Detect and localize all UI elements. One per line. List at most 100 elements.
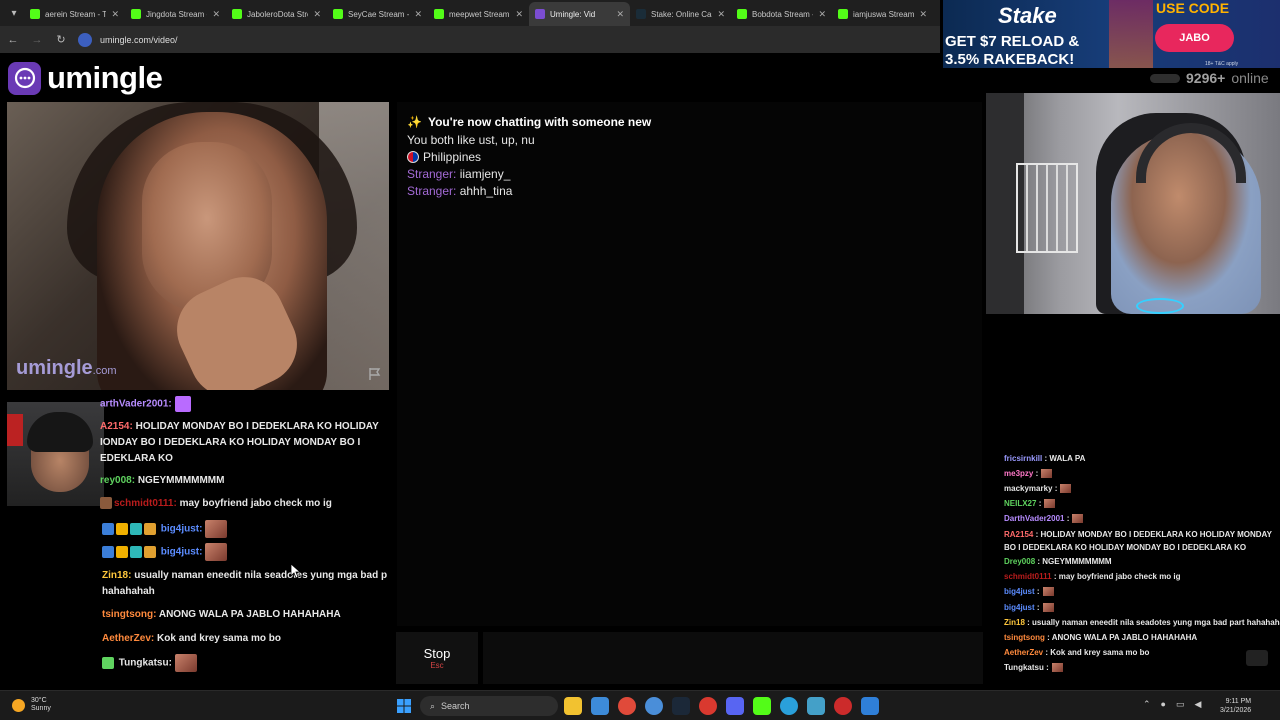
tab-favicon-icon <box>131 9 141 19</box>
clock[interactable]: 9:11 PM 3/21/2026 <box>1220 697 1251 715</box>
address-bar: ← → ↻ umingle.com/video/ <box>0 26 940 53</box>
philippines-flag-icon <box>407 151 419 163</box>
chat-row: Drey008 : NGEYMMMMMMM <box>1004 555 1280 568</box>
chat-row: schmidt0111: may boyfriend jabo check mo… <box>100 496 392 512</box>
stake-ad-banner[interactable]: Stake GET $7 RELOAD & 3.5% RAKEBACK! USE… <box>943 0 1280 68</box>
close-tab-icon[interactable]: ✕ <box>919 9 927 20</box>
close-tab-icon[interactable]: ✕ <box>414 9 422 20</box>
chat-text: : HOLIDAY MONDAY BO I DEDEKLARA KO HOLID… <box>1004 530 1272 552</box>
emote-icon <box>174 396 191 412</box>
ad-code-button[interactable]: JABO <box>1155 24 1234 52</box>
badge-icon <box>130 546 142 558</box>
telegram-icon[interactable] <box>780 697 798 715</box>
taskbar-search[interactable]: ⌕ Search <box>420 696 558 716</box>
browser-tab[interactable]: Stake: Online Casi ✕ <box>630 2 731 26</box>
notepad-icon[interactable] <box>861 697 879 715</box>
umingle-logo[interactable]: umingle <box>8 60 163 96</box>
chrome-icon[interactable] <box>618 697 636 715</box>
volume-icon[interactable]: ◀ <box>1195 699 1202 710</box>
mic-icon[interactable]: ● <box>1161 699 1166 710</box>
network-icon[interactable]: ▭ <box>1176 699 1185 710</box>
chat-username: NEILX27 <box>1004 499 1037 508</box>
chat-row: mackymarky : <box>1004 482 1280 495</box>
close-tab-icon[interactable]: ✕ <box>616 9 624 20</box>
search-icon: ⌕ <box>430 700 436 711</box>
stop-button[interactable]: Stop Esc <box>396 632 478 684</box>
browser-tab[interactable]: Umingle: Vid ✕ <box>529 2 630 26</box>
browser-tab[interactable]: iamjuswa Stream - K ✕ <box>832 2 933 26</box>
app-icon[interactable] <box>591 697 609 715</box>
chat-row: big4just: <box>102 520 392 538</box>
chat-text: ANONG WALA PA JABLO HAHAHAHA <box>158 609 341 620</box>
browser-tab[interactable]: meepwet Stream - K ✕ <box>428 2 529 26</box>
chevron-up-icon[interactable]: ⌃ <box>1143 699 1151 710</box>
chat-username: Zin18: <box>102 570 132 581</box>
chat-username: DarthVader2001 <box>1004 514 1065 523</box>
app-icon[interactable] <box>807 697 825 715</box>
chat-username: Tungkatsu: <box>118 657 172 669</box>
system-tray: ⌃ ● ▭ ◀ <box>1143 699 1201 710</box>
chat-username: A2154: <box>100 421 133 432</box>
report-flag-icon[interactable] <box>368 367 382 381</box>
chat-row: tsingtsong : ANONG WALA PA JABLO HAHAHAH… <box>1004 631 1280 644</box>
browser-tab[interactable]: aerein Stream - Tw ✕ <box>24 2 125 26</box>
clock-time: 9:11 PM <box>1225 698 1252 705</box>
browser-tab-strip: ▾ aerein Stream - Tw✕Jingdota Stream - K… <box>0 0 940 26</box>
message-sender: Stranger: <box>407 167 457 181</box>
chat-text: Kok and krey sama mo bo <box>157 633 281 644</box>
chat-text: : <box>1035 469 1039 478</box>
browser-tab[interactable]: SeyCae Stream - Ki ✕ <box>327 2 428 26</box>
close-tab-icon[interactable]: ✕ <box>717 9 725 20</box>
chat-text: : <box>1036 603 1040 612</box>
weather-text: 30°C Sunny <box>31 697 51 713</box>
chrome-icon[interactable] <box>645 697 663 715</box>
sun-icon <box>12 698 25 712</box>
logo-text: umingle <box>47 60 163 95</box>
close-tab-icon[interactable]: ✕ <box>313 9 321 20</box>
close-tab-icon[interactable]: ✕ <box>212 9 220 20</box>
weather-temp: 30°C <box>31 697 47 704</box>
weather-widget[interactable]: 30°C Sunny <box>12 697 51 713</box>
browser-tab[interactable]: Bobdota Stream - K ✕ <box>731 2 832 26</box>
chat-text: : usually naman eneedit nila seadotes yu… <box>1027 618 1280 627</box>
chat-text: : <box>1054 484 1058 493</box>
obs-icon[interactable] <box>753 697 771 715</box>
back-icon[interactable]: ← <box>6 34 20 46</box>
stranger-video: umingle.com <box>7 102 389 390</box>
chat-message: Stranger: iiamjeny_ <box>407 167 510 181</box>
chat-username: me3pzy <box>1004 469 1034 478</box>
chat-row: DarthVader2001 : <box>1004 512 1280 525</box>
webcam-gate <box>1016 163 1078 253</box>
screen: ▾ aerein Stream - Tw✕Jingdota Stream - K… <box>0 0 1280 720</box>
country-text: Philippines <box>423 150 482 164</box>
discord-icon[interactable] <box>726 697 744 715</box>
close-tab-icon[interactable]: ✕ <box>515 9 523 20</box>
close-tab-icon[interactable]: ✕ <box>818 9 826 20</box>
windows-start-icon[interactable] <box>397 699 411 713</box>
file-explorer-icon[interactable] <box>564 697 582 715</box>
chat-row: big4just : <box>1004 601 1280 614</box>
site-info-icon[interactable] <box>78 32 92 47</box>
browser-tab[interactable]: Jingdota Stream - K ✕ <box>125 2 226 26</box>
chat-row: rey008: NGEYMMMMMMM <box>100 473 392 489</box>
steam-icon[interactable] <box>672 697 690 715</box>
url-field[interactable]: umingle.com/video/ <box>78 30 178 49</box>
emote-icon <box>1072 514 1084 524</box>
chat-text: may boyfriend jabo check mo ig <box>179 498 332 509</box>
forward-icon[interactable]: → <box>30 34 44 46</box>
message-input[interactable] <box>483 632 983 684</box>
emote-icon <box>1044 499 1056 509</box>
reload-icon[interactable]: ↻ <box>54 33 68 46</box>
chat-row: NEILX27 : <box>1004 497 1280 510</box>
tab-title: aerein Stream - Tw <box>45 9 107 19</box>
app-icon[interactable] <box>834 697 852 715</box>
close-tab-icon[interactable]: ✕ <box>111 9 119 20</box>
badge-icon <box>100 497 112 510</box>
chat-message: Stranger: ahhh_tina <box>407 184 512 198</box>
browser-tab[interactable]: JaboleroDota Stream ✕ <box>226 2 327 26</box>
send-icon[interactable] <box>1246 650 1268 666</box>
chat-bubble-icon <box>8 61 41 95</box>
tab-search-icon[interactable]: ▾ <box>4 0 24 26</box>
chrome-icon[interactable] <box>699 697 717 715</box>
chat-row: AetherZev: Kok and krey sama mo bo <box>102 631 392 647</box>
